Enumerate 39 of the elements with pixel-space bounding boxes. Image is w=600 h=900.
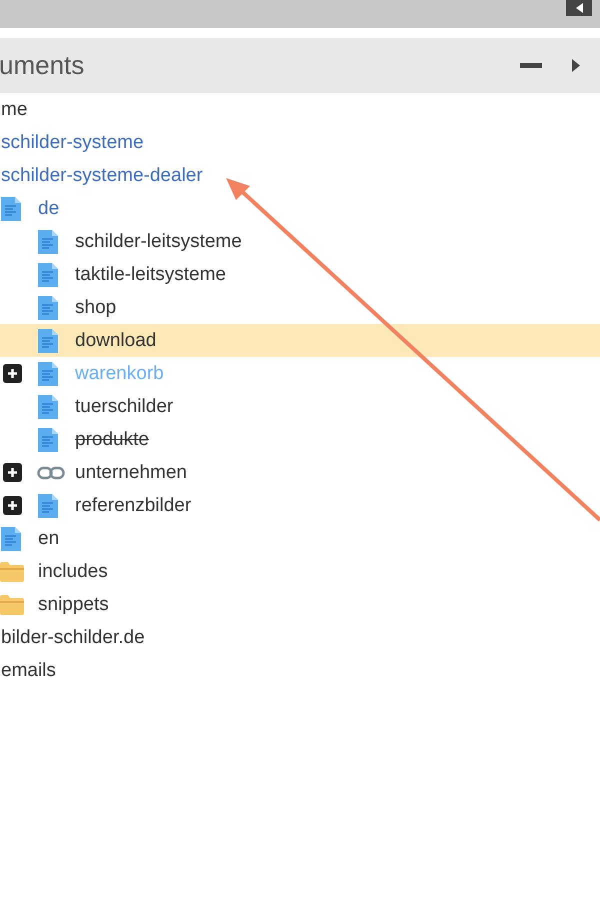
tree-label: warenkorb: [75, 362, 164, 386]
expand-icon[interactable]: [3, 496, 22, 515]
document-icon: [37, 494, 59, 518]
tree-label: shop: [75, 296, 116, 320]
folder-icon: [0, 594, 24, 614]
tree-label: snippets: [38, 593, 109, 617]
tree-label: emails: [1, 659, 56, 683]
document-icon: [37, 428, 59, 452]
expand-icon[interactable]: [3, 364, 22, 383]
tree-label: en: [38, 527, 60, 551]
link-icon: [37, 466, 65, 480]
tree-label: me: [1, 98, 28, 122]
tree-label: schilder-leitsysteme: [75, 230, 242, 254]
expand-icon[interactable]: [3, 463, 22, 482]
document-icon: [37, 230, 59, 254]
tree-label: tuerschilder: [75, 395, 174, 419]
document-icon: [37, 296, 59, 320]
tree-label: download: [75, 329, 156, 353]
document-icon: [37, 362, 59, 386]
tree-label: referenzbilder: [75, 494, 192, 518]
document-icon: [0, 196, 22, 220]
tree-label: schilder-systeme-dealer: [1, 164, 203, 188]
panel-title: uments: [0, 49, 84, 82]
tree-label: produkte: [75, 428, 149, 452]
document-icon: [37, 328, 59, 352]
document-icon: [37, 394, 59, 418]
document-icon: [37, 262, 59, 286]
tree-label: unternehmen: [75, 461, 187, 485]
tree-label: schilder-systeme: [1, 131, 144, 155]
collapse-left-button[interactable]: [566, 0, 592, 16]
expand-arrow-icon[interactable]: [572, 59, 580, 72]
folder-icon: [0, 562, 24, 582]
tree-label: bilder-schilder.de: [1, 626, 145, 650]
tree-label: includes: [38, 560, 108, 584]
caret-left-icon: [575, 3, 583, 13]
tree-label: taktile-leitsysteme: [75, 263, 226, 287]
tree-label: de: [38, 197, 60, 221]
document-icon: [0, 526, 22, 550]
selected-row-highlight[interactable]: [0, 324, 600, 357]
